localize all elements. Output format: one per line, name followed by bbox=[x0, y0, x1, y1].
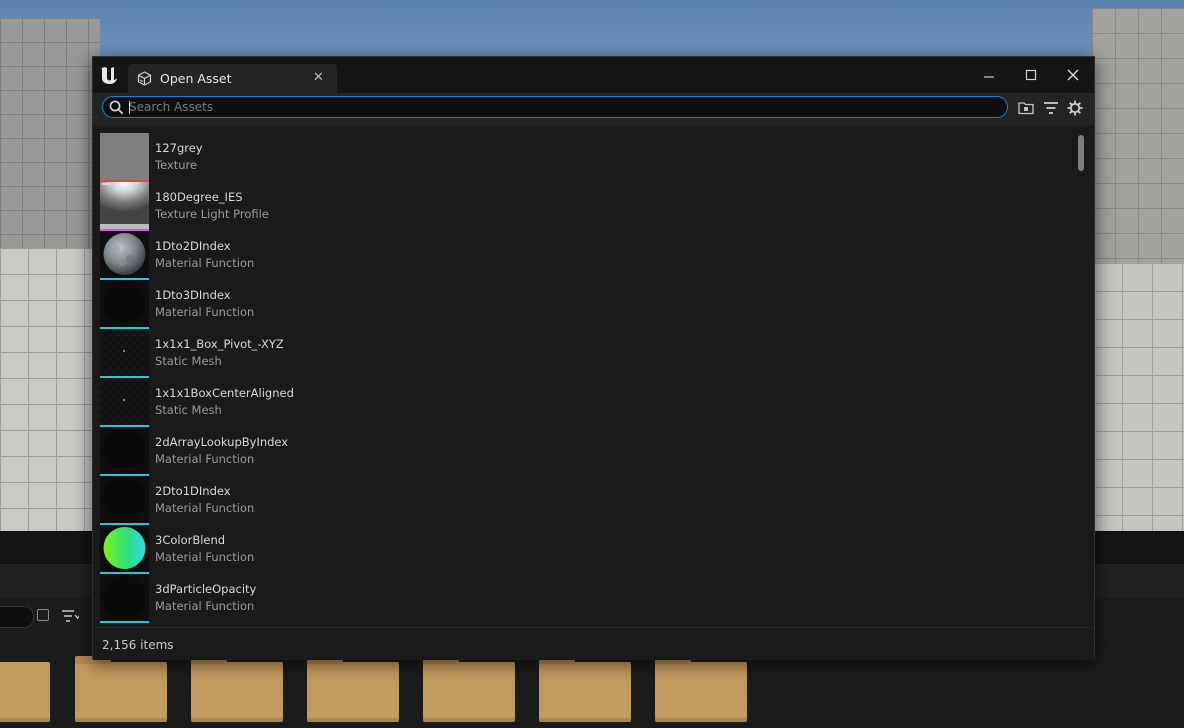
close-icon bbox=[1067, 69, 1079, 81]
material-sphere-icon bbox=[103, 527, 146, 569]
minimize-icon bbox=[984, 76, 994, 78]
folder-browse-icon[interactable] bbox=[1017, 99, 1035, 117]
asset-name: 3ColorBlend bbox=[155, 533, 226, 547]
asset-name: 1x1x1_Box_Pivot_-XYZ bbox=[155, 337, 284, 351]
asset-thumbnail bbox=[100, 378, 149, 427]
mesh-dot-icon bbox=[123, 350, 125, 352]
search-box[interactable] bbox=[102, 96, 1008, 118]
dialog-toolbar bbox=[93, 93, 1094, 125]
asset-type: Material Function bbox=[155, 599, 255, 613]
asset-name: 2Dto1DIndex bbox=[155, 484, 231, 498]
close-window-button[interactable] bbox=[1059, 63, 1087, 87]
list-item[interactable]: 2Dto1DIndex Material Function bbox=[100, 476, 1070, 525]
tab-open-asset[interactable]: Open Asset ✕ bbox=[128, 64, 337, 93]
asset-thumbnail bbox=[100, 280, 149, 329]
list-item[interactable]: 3ColorBlend Material Function bbox=[100, 525, 1070, 574]
material-sphere-icon bbox=[103, 429, 146, 471]
list-scrollbar-thumb[interactable] bbox=[1078, 135, 1084, 171]
asset-type: Material Function bbox=[155, 256, 255, 270]
search-icon bbox=[109, 100, 124, 115]
content-browser-search[interactable] bbox=[0, 606, 34, 628]
asset-name: 180Degree_IES bbox=[155, 190, 243, 204]
filter-icon[interactable] bbox=[1042, 99, 1060, 117]
asset-name: 1Dto3DIndex bbox=[155, 288, 231, 302]
asset-type-strip bbox=[100, 621, 149, 623]
material-sphere-icon bbox=[103, 282, 146, 324]
material-sphere-icon bbox=[103, 233, 146, 275]
list-item[interactable]: 180Degree_IES Texture Light Profile bbox=[100, 182, 1070, 231]
asset-thumbnail bbox=[100, 182, 149, 231]
dialog-titlebar[interactable]: Open Asset ✕ bbox=[93, 57, 1094, 93]
asset-thumbnail bbox=[100, 574, 149, 623]
close-icon[interactable]: ✕ bbox=[313, 70, 324, 85]
settings-gear-icon[interactable] bbox=[1066, 99, 1084, 117]
folder-tile[interactable] bbox=[75, 656, 167, 722]
maximize-button[interactable] bbox=[1017, 63, 1045, 87]
search-input[interactable] bbox=[129, 98, 989, 116]
list-item[interactable]: 1x1x1_Box_Pivot_-XYZ Static Mesh bbox=[100, 329, 1070, 378]
asset-type: Texture bbox=[155, 158, 198, 172]
asset-type: Material Function bbox=[155, 550, 255, 564]
folder-tile[interactable] bbox=[191, 656, 283, 722]
ue-logo-icon bbox=[101, 67, 117, 84]
list-item[interactable]: 1Dto3DIndex Material Function bbox=[100, 280, 1070, 329]
list-item[interactable]: 1Dto2DIndex Material Function bbox=[100, 231, 1070, 280]
viewport-wall-left bbox=[0, 18, 100, 248]
list-item[interactable]: 127grey Texture bbox=[100, 133, 1070, 182]
asset-type: Material Function bbox=[155, 305, 255, 319]
save-icon[interactable] bbox=[37, 609, 49, 621]
asset-thumbnail bbox=[100, 231, 149, 280]
list-item[interactable]: 1x1x1BoxCenterAligned Static Mesh bbox=[100, 378, 1070, 427]
folder-tile[interactable] bbox=[423, 656, 515, 722]
maximize-icon bbox=[1025, 69, 1037, 81]
list-item[interactable]: 3dParticleOpacity Material Function bbox=[100, 574, 1070, 623]
content-browser-filter-icon[interactable] bbox=[61, 609, 79, 623]
asset-thumbnail bbox=[100, 476, 149, 525]
asset-thumbnail bbox=[100, 133, 149, 182]
folder-tile[interactable] bbox=[655, 656, 747, 722]
viewport-wall-right bbox=[1092, 8, 1184, 263]
asset-name: 3dParticleOpacity bbox=[155, 582, 257, 596]
minimize-button[interactable] bbox=[975, 63, 1003, 87]
asset-thumbnail bbox=[100, 525, 149, 574]
asset-thumbnail bbox=[100, 427, 149, 476]
mesh-dot-icon bbox=[123, 399, 125, 401]
asset-type: Material Function bbox=[155, 452, 255, 466]
asset-type: Material Function bbox=[155, 501, 255, 515]
tab-title: Open Asset bbox=[160, 71, 232, 86]
viewport-floor-left bbox=[0, 248, 100, 531]
viewport-floor-right bbox=[1092, 263, 1184, 531]
ies-profile-icon bbox=[100, 183, 149, 229]
list-item[interactable]: 2dArrayLookupByIndex Material Function bbox=[100, 427, 1070, 476]
dialog-statusbar: 2,156 items bbox=[93, 627, 1094, 660]
asset-list[interactable]: 127grey Texture 180Degree_IES Texture Li… bbox=[93, 125, 1094, 626]
text-caret bbox=[129, 101, 130, 114]
asset-type: Static Mesh bbox=[155, 354, 222, 368]
folder-tile[interactable] bbox=[307, 656, 399, 722]
material-sphere-icon bbox=[103, 478, 146, 520]
asset-name: 127grey bbox=[155, 141, 203, 155]
open-asset-dialog: Open Asset ✕ Search Assets 127grey Textu… bbox=[92, 56, 1095, 660]
item-count: 2,156 items bbox=[102, 638, 174, 652]
asset-type: Texture Light Profile bbox=[155, 207, 269, 221]
folder-tile[interactable] bbox=[539, 656, 631, 722]
asset-tab-icon bbox=[137, 71, 152, 86]
asset-name: 1Dto2DIndex bbox=[155, 239, 231, 253]
folder-tile[interactable] bbox=[0, 662, 50, 722]
asset-name: 1x1x1BoxCenterAligned bbox=[155, 386, 294, 400]
asset-type: Static Mesh bbox=[155, 403, 222, 417]
material-sphere-icon bbox=[103, 576, 146, 618]
asset-thumbnail bbox=[100, 329, 149, 378]
asset-name: 2dArrayLookupByIndex bbox=[155, 435, 289, 449]
